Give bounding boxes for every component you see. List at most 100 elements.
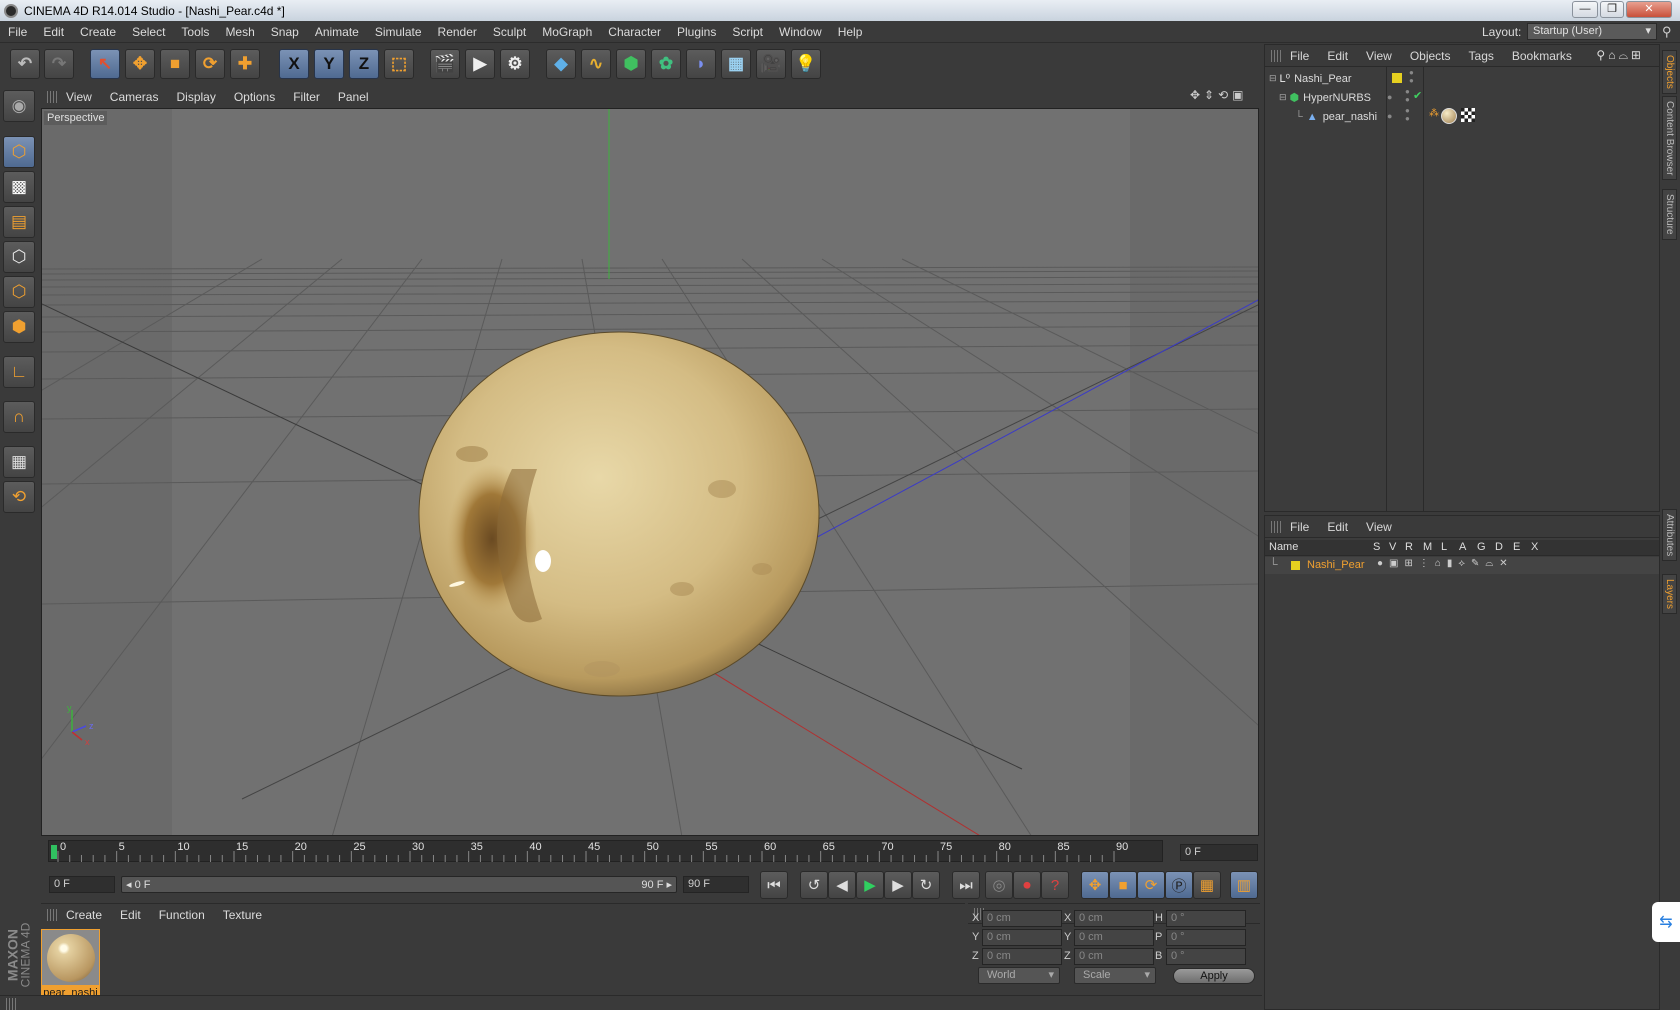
layer-column-header[interactable]: M [1423, 541, 1432, 553]
layer-menu-view[interactable]: View [1357, 520, 1401, 534]
current-frame-field[interactable]: 0 F [1180, 844, 1258, 861]
workplane-mode-icon[interactable]: ▤ [3, 206, 35, 238]
menu-character[interactable]: Character [600, 25, 669, 39]
menu-help[interactable]: Help [830, 25, 871, 39]
keyframe-selection-icon[interactable]: ? [1041, 871, 1069, 899]
timeline-window-icon[interactable]: ▥ [1230, 871, 1258, 899]
snap-icon[interactable]: ⟲ [3, 481, 35, 513]
viewport-menu-view[interactable]: View [57, 90, 101, 104]
previous-frame-icon[interactable]: ◀ [828, 871, 856, 899]
rotate-icon[interactable]: ⟳ [195, 49, 225, 79]
next-key-icon[interactable]: ↻ [912, 871, 940, 899]
menu-simulate[interactable]: Simulate [367, 25, 430, 39]
layer-column-header[interactable]: V [1389, 541, 1396, 553]
model-mode-icon[interactable]: ⬡ [3, 136, 35, 168]
menu-render[interactable]: Render [430, 25, 485, 39]
light-icon[interactable]: 💡 [791, 49, 821, 79]
menu-script[interactable]: Script [724, 25, 771, 39]
live-selection-icon[interactable]: ↖ [90, 49, 120, 79]
coord-mode-select[interactable]: Scale ▾ [1074, 967, 1156, 984]
undo-icon[interactable]: ↶ [10, 49, 40, 79]
menu-select[interactable]: Select [124, 25, 173, 39]
uvw-tag-icon[interactable] [1461, 108, 1475, 122]
play-icon[interactable]: ▶ [856, 871, 884, 899]
search-icon[interactable]: ⚲ [1662, 24, 1672, 40]
object-row-pear-nashi[interactable]: └ ▲ pear_nashi ● ● ● ⁂ [1295, 107, 1659, 126]
x-axis-lock-button[interactable]: X [279, 49, 309, 79]
coord-space-select[interactable]: World ▾ [978, 967, 1060, 984]
layer-row-nashi-pear[interactable]: └ Nashi_Pear ●▣⊞⋮⌂▮⟡✎⌓✕ [1265, 557, 1659, 574]
tab-layers[interactable]: Layers [1662, 574, 1677, 615]
y-axis-lock-button[interactable]: Y [314, 49, 344, 79]
key-position-icon[interactable]: ✥ [1081, 871, 1109, 899]
go-to-start-icon[interactable]: ⏮ [760, 871, 788, 899]
spline-icon[interactable]: ∿ [581, 49, 611, 79]
tab-structure[interactable]: Structure [1662, 189, 1677, 240]
key-pla-icon[interactable]: ▦ [1193, 871, 1221, 899]
move-icon[interactable]: ✥ [125, 49, 155, 79]
add-icon[interactable]: ✚ [230, 49, 260, 79]
apply-button[interactable]: Apply [1173, 968, 1255, 984]
start-frame-field[interactable]: 0 F [49, 876, 115, 893]
pear-model[interactable] [418, 331, 820, 697]
viewport-menu-panel[interactable]: Panel [329, 90, 378, 104]
tab-content-browser[interactable]: Content Browser [1662, 96, 1677, 181]
autokey-icon[interactable]: ⏺ [1013, 871, 1041, 899]
visibility-dots-icon[interactable]: ● ● [1409, 69, 1414, 85]
menu-edit[interactable]: Edit [35, 25, 72, 39]
axis-mode-icon[interactable]: ∟ [3, 356, 35, 388]
layer-menu-edit[interactable]: Edit [1318, 520, 1357, 534]
close-button[interactable]: ✕ [1626, 1, 1672, 18]
coord-position-field[interactable]: 0 cm [982, 948, 1062, 965]
timeline-ruler[interactable]: 0 5 10 15 20 25 30 35 40 45 50 55 60 65 70 75 80 85 90 [48, 840, 1163, 862]
object-menu-edit[interactable]: Edit [1318, 49, 1357, 63]
object-menu-view[interactable]: View [1357, 49, 1401, 63]
key-scale-icon[interactable]: ■ [1109, 871, 1137, 899]
end-frame-field[interactable]: 90 F [683, 876, 749, 893]
menu-snap[interactable]: Snap [263, 25, 307, 39]
record-keys-icon[interactable]: ◎ [985, 871, 1013, 899]
visibility-dots-icon[interactable]: ● ● [1405, 107, 1410, 123]
object-menu-bookmarks[interactable]: Bookmarks [1503, 49, 1581, 63]
menu-create[interactable]: Create [72, 25, 124, 39]
object-menu-tags[interactable]: Tags [1460, 49, 1503, 63]
layer-menu-file[interactable]: File [1281, 520, 1318, 534]
object-menu-objects[interactable]: Objects [1401, 49, 1460, 63]
menu-animate[interactable]: Animate [307, 25, 367, 39]
object-menu-file[interactable]: File [1281, 49, 1318, 63]
render-settings-icon[interactable]: ⚙ [500, 49, 530, 79]
z-axis-lock-button[interactable]: Z [349, 49, 379, 79]
material-menu-function[interactable]: Function [150, 908, 214, 922]
make-editable-icon[interactable]: ◉ [3, 90, 35, 122]
coordinate-system-icon[interactable]: ⬚ [384, 49, 414, 79]
render-picture-viewer-icon[interactable]: ▶ [465, 49, 495, 79]
coord-rotation-field[interactable]: 0 ° [1166, 948, 1246, 965]
coord-position-field[interactable]: 0 cm [982, 910, 1062, 927]
viewport-menu-filter[interactable]: Filter [284, 90, 329, 104]
phong-tag-icon[interactable]: ⁂ [1429, 108, 1439, 119]
coord-position-field[interactable]: 0 cm [982, 929, 1062, 946]
viewport-nav-icons[interactable]: ✥⇕⟲▣ [1190, 88, 1248, 102]
layer-column-header[interactable]: G [1477, 541, 1486, 553]
layer-column-header[interactable]: E [1513, 541, 1520, 553]
nurbs-icon[interactable]: ⬢ [616, 49, 646, 79]
layer-toggle-icons[interactable]: ●▣⊞⋮⌂▮⟡✎⌓✕ [1377, 558, 1514, 569]
maximize-button[interactable]: ❐ [1600, 1, 1624, 18]
collapse-icon[interactable]: ⊟ [1279, 92, 1287, 103]
enabled-check-icon[interactable]: ✔ [1413, 89, 1422, 102]
magnet-icon[interactable]: ∩ [3, 401, 35, 433]
menu-mograph[interactable]: MoGraph [534, 25, 600, 39]
viewport-menu-cameras[interactable]: Cameras [101, 90, 168, 104]
array-icon[interactable]: ✿ [651, 49, 681, 79]
coord-size-field[interactable]: 0 cm [1074, 948, 1154, 965]
points-mode-icon[interactable]: ⬡ [3, 241, 35, 273]
remote-support-icon[interactable]: ⇆ [1652, 902, 1680, 942]
render-view-icon[interactable]: 🎬 [430, 49, 460, 79]
menu-window[interactable]: Window [771, 25, 830, 39]
layer-column-header[interactable]: D [1495, 541, 1503, 553]
material-menu-create[interactable]: Create [57, 908, 111, 922]
layer-column-header[interactable]: Name [1269, 541, 1298, 553]
previous-key-icon[interactable]: ↺ [800, 871, 828, 899]
layer-column-header[interactable]: R [1405, 541, 1413, 553]
camera-icon[interactable]: 🎥 [756, 49, 786, 79]
